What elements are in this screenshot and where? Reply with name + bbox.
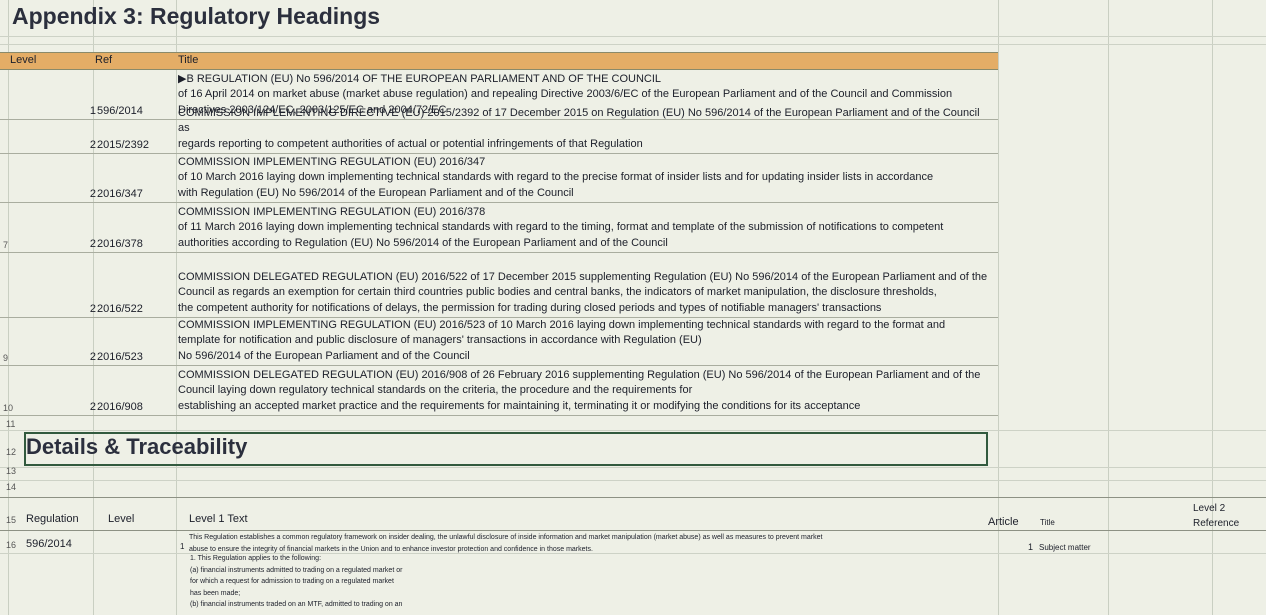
spreadsheet: Appendix 3: Regulatory Headings Level Re… xyxy=(0,0,1266,615)
cell-level1-text[interactable]: This Regulation establishes a common reg… xyxy=(189,532,984,555)
table-row[interactable]: 10 2 2016/908 COMMISSION DELEGATED REGUL… xyxy=(0,366,998,416)
cell-level1-text-2[interactable]: 1. This Regulation applies to the follow… xyxy=(190,553,490,611)
header-article[interactable]: Article xyxy=(988,516,1019,528)
row-title: COMMISSION IMPLEMENTING DIRECTIVE (EU) 2… xyxy=(178,106,980,150)
row-ref: 2016/378 xyxy=(97,238,143,250)
cell-regulation[interactable]: 596/2014 xyxy=(26,538,72,550)
row-number: 14 xyxy=(6,482,17,492)
header-regulation[interactable]: Regulation xyxy=(26,513,79,525)
header-title[interactable]: Title xyxy=(178,54,198,66)
section-title: Details & Traceability xyxy=(26,434,248,459)
row-title: COMMISSION IMPLEMENTING REGULATION (EU) … xyxy=(178,205,944,249)
cell-title[interactable]: Subject matter xyxy=(1039,543,1091,552)
header-level1-text[interactable]: Level 1 Text xyxy=(189,513,248,525)
row-title: COMMISSION DELEGATED REGULATION (EU) 201… xyxy=(178,368,981,412)
row-number: 10 xyxy=(3,403,14,413)
row-ref: 2015/2392 xyxy=(97,139,149,151)
row-level: 2 xyxy=(89,238,96,250)
header-level2-reference[interactable]: Level 2 Reference xyxy=(1193,501,1239,531)
grid-line xyxy=(0,480,1266,481)
table-row[interactable]: 2 2016/347 COMMISSION IMPLEMENTING REGUL… xyxy=(0,154,998,203)
row-number: 13 xyxy=(6,466,17,476)
row-level: 2 xyxy=(89,401,96,413)
row-ref: 596/2014 xyxy=(97,105,143,117)
row-number: 11 xyxy=(6,419,16,429)
table2-header: 15 Regulation Level Level 1 Text Article… xyxy=(0,498,1266,531)
table1-header: Level Ref Title xyxy=(0,52,998,70)
row-level: 2 xyxy=(89,188,96,200)
header-level[interactable]: Level xyxy=(10,54,36,66)
row-ref: 2016/908 xyxy=(97,401,143,413)
cell-article[interactable]: 1 xyxy=(1028,542,1033,552)
row-ref: 2016/522 xyxy=(97,303,143,315)
header-level[interactable]: Level xyxy=(108,513,134,525)
row-number: 15 xyxy=(6,515,17,525)
cell-level[interactable]: 1 xyxy=(180,542,184,551)
row-number: 9 xyxy=(3,353,9,363)
row-number: 12 xyxy=(6,447,17,457)
row-level: 1 xyxy=(89,105,96,117)
row-title: COMMISSION IMPLEMENTING REGULATION (EU) … xyxy=(178,155,934,199)
row-title: COMMISSION IMPLEMENTING REGULATION (EU) … xyxy=(178,318,946,362)
grid-line xyxy=(0,430,1266,431)
grid-line xyxy=(0,36,1266,37)
table-row[interactable]: 2 2016/522 COMMISSION DELEGATED REGULATI… xyxy=(0,253,998,318)
grid-line xyxy=(0,467,1266,468)
appendix-title: Appendix 3: Regulatory Headings xyxy=(12,3,381,29)
row-ref: 2016/347 xyxy=(97,188,143,200)
table-row[interactable]: 9 2 2016/523 COMMISSION IMPLEMENTING REG… xyxy=(0,318,998,366)
row-number: 16 xyxy=(6,540,17,550)
row-title: COMMISSION DELEGATED REGULATION (EU) 201… xyxy=(178,270,988,314)
row-level: 2 xyxy=(89,139,96,151)
table-row[interactable]: 2 2015/2392 COMMISSION IMPLEMENTING DIRE… xyxy=(0,107,998,154)
grid-line xyxy=(0,530,1266,531)
row-ref: 2016/523 xyxy=(97,351,143,363)
row-level: 2 xyxy=(89,303,96,315)
row-number: 7 xyxy=(3,240,9,250)
table-row[interactable]: 7 2 2016/378 COMMISSION IMPLEMENTING REG… xyxy=(0,203,998,253)
header-title[interactable]: Title xyxy=(1040,518,1055,527)
header-ref[interactable]: Ref xyxy=(95,54,112,66)
row-level: 2 xyxy=(89,351,96,363)
grid-line xyxy=(0,44,1266,45)
